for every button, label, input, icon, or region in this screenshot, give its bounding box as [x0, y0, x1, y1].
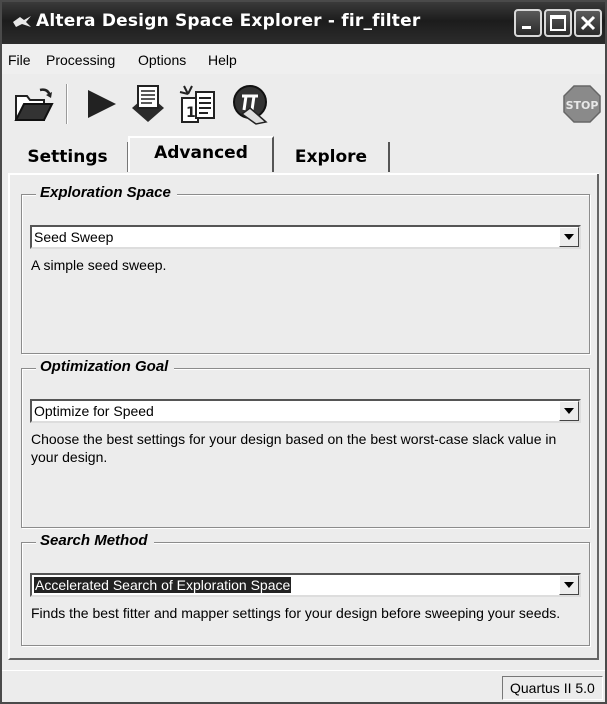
open-folder-icon[interactable]	[12, 82, 56, 126]
version-label: Quartus II 5.0	[502, 676, 603, 700]
optimization-goal-group: Optimization Goal Optimize for Speed Cho…	[21, 358, 590, 528]
close-button[interactable]	[574, 9, 602, 37]
search-method-legend: Search Method	[36, 532, 154, 549]
quartus-icon[interactable]	[228, 82, 272, 126]
chevron-down-icon[interactable]	[559, 227, 579, 247]
tab-advanced[interactable]: Advanced	[128, 136, 274, 172]
tab-settings[interactable]: Settings	[8, 142, 128, 172]
main-window: Altera Design Space Explorer - fir_filte…	[0, 0, 607, 704]
menu-bar: File Processing Options Help	[2, 44, 605, 74]
optimization-goal-select[interactable]: Optimize for Speed	[30, 399, 581, 423]
exploration-space-legend: Exploration Space	[36, 184, 177, 201]
menu-processing[interactable]: Processing	[46, 52, 115, 68]
report-icon[interactable]: 1	[176, 82, 220, 126]
exploration-space-description: A simple seed sweep.	[31, 257, 167, 273]
chevron-down-icon[interactable]	[559, 401, 579, 421]
window-title: Altera Design Space Explorer - fir_filte…	[36, 11, 421, 31]
menu-file[interactable]: File	[8, 52, 31, 68]
exploration-space-group: Exploration Space Seed Sweep A simple se…	[21, 184, 590, 354]
search-method-value: Accelerated Search of Exploration Space	[34, 577, 292, 593]
stop-label: STOP	[566, 99, 599, 112]
stop-icon[interactable]: STOP	[560, 82, 604, 126]
toolbar: 1 STOP	[2, 74, 605, 136]
chip-icon[interactable]	[126, 82, 170, 126]
chevron-down-icon[interactable]	[559, 575, 579, 595]
toolbar-separator	[66, 84, 68, 124]
menu-options[interactable]: Options	[138, 52, 186, 68]
search-method-description: Finds the best fitter and mapper setting…	[31, 605, 561, 621]
status-bar: Quartus II 5.0	[2, 670, 605, 702]
optimization-goal-legend: Optimization Goal	[36, 358, 175, 375]
optimization-goal-value: Optimize for Speed	[34, 403, 154, 419]
app-icon	[12, 14, 32, 30]
tab-strip: Settings Advanced Explore	[8, 136, 605, 174]
search-method-select[interactable]: Accelerated Search of Exploration Space	[30, 573, 581, 597]
exploration-space-select[interactable]: Seed Sweep	[30, 225, 581, 249]
svg-text:1: 1	[186, 105, 196, 121]
optimization-goal-description: Choose the best settings for your design…	[31, 431, 557, 465]
run-icon[interactable]	[80, 82, 124, 126]
search-method-group: Search Method Accelerated Search of Expl…	[21, 532, 590, 646]
menu-help[interactable]: Help	[208, 52, 237, 68]
title-bar[interactable]: Altera Design Space Explorer - fir_filte…	[2, 2, 605, 44]
minimize-button[interactable]	[514, 9, 542, 37]
exploration-space-value: Seed Sweep	[34, 229, 114, 245]
maximize-button[interactable]	[544, 9, 572, 37]
tab-explore[interactable]: Explore	[274, 142, 390, 172]
